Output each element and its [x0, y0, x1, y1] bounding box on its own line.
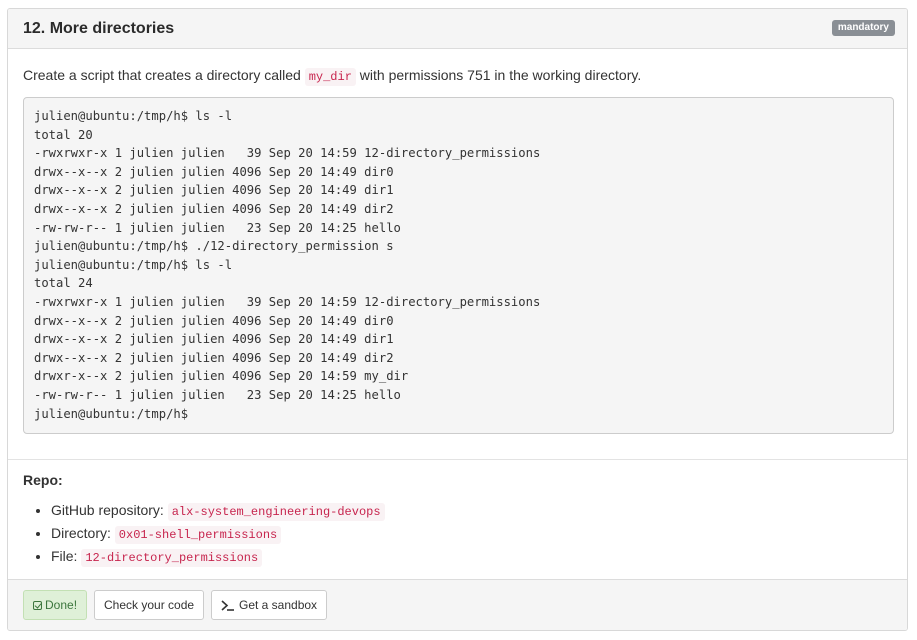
repo-item-value: alx-system_engineering-devops: [167, 503, 385, 521]
repo-list: GitHub repository: alx-system_engineerin…: [23, 500, 892, 569]
repo-item-label: Directory:: [51, 525, 115, 541]
repo-section: Repo: GitHub repository: alx-system_engi…: [8, 460, 907, 569]
done-label: Done!: [45, 598, 78, 612]
terminal-prompt-icon: [221, 600, 234, 611]
get-sandbox-button[interactable]: Get a sandbox: [211, 590, 328, 620]
description-code: my_dir: [304, 68, 356, 86]
mandatory-badge: mandatory: [831, 20, 895, 36]
repo-title: Repo:: [23, 472, 63, 488]
task-panel: 12. More directories mandatory Create a …: [7, 8, 908, 631]
done-button[interactable]: Done!: [23, 590, 88, 620]
repo-item-label: File:: [51, 548, 82, 564]
task-body: Create a script that creates a directory…: [8, 49, 907, 460]
task-description: Create a script that creates a directory…: [23, 65, 892, 87]
task-title: 12. More directories: [23, 20, 175, 37]
description-text-after: with permissions 751 in the working dire…: [355, 67, 642, 83]
repo-item-directory: Directory: 0x01-shell_permissions: [51, 523, 892, 546]
terminal-example: julien@ubuntu:/tmp/h$ ls -l total 20 -rw…: [23, 97, 894, 434]
repo-item-label: GitHub repository:: [51, 502, 168, 518]
check-code-label: Check your code: [104, 598, 195, 612]
task-header: 12. More directories mandatory: [8, 9, 907, 49]
task-footer: Done! Check your code Get a sandbox: [8, 579, 907, 630]
repo-item-value: 12-directory_permissions: [81, 549, 263, 567]
checkbox-checked-icon: [33, 601, 42, 610]
check-code-button[interactable]: Check your code: [94, 590, 205, 620]
repo-item-file: File: 12-directory_permissions: [51, 546, 892, 569]
sandbox-label: Get a sandbox: [239, 598, 318, 612]
repo-item-github: GitHub repository: alx-system_engineerin…: [51, 500, 892, 523]
description-text-before: Create a script that creates a directory…: [23, 67, 305, 83]
repo-item-value: 0x01-shell_permissions: [114, 526, 282, 544]
